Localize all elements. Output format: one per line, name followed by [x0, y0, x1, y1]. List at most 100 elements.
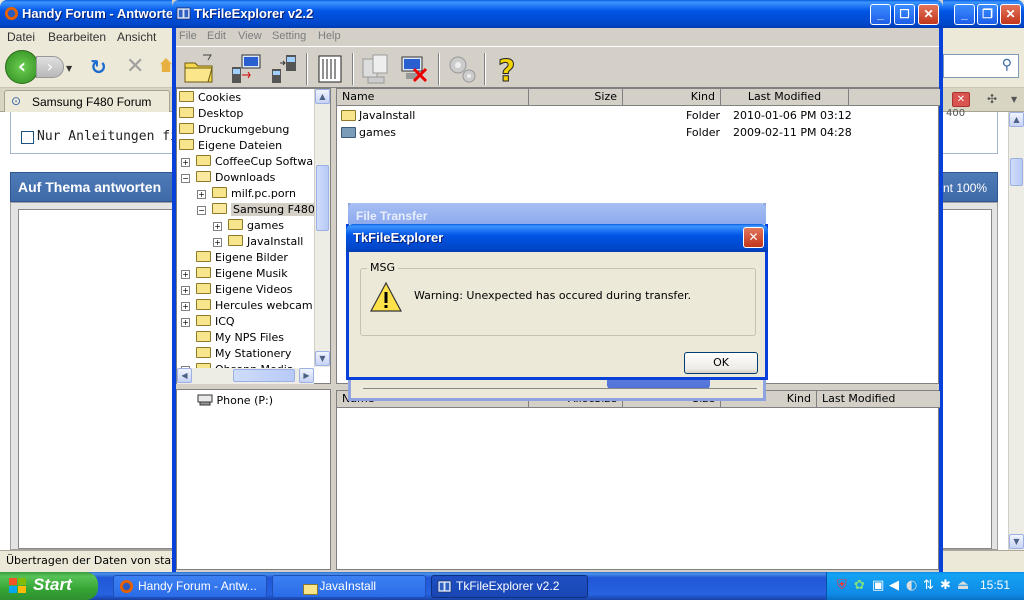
expand-icon[interactable]: +	[181, 270, 190, 279]
bluetooth-icon[interactable]: ✱	[940, 578, 951, 593]
firefox-restore-button[interactable]: ❐	[977, 4, 998, 25]
message-close-button[interactable]: ✕	[743, 227, 764, 248]
firefox-scrollbar[interactable]: ▲ ▼	[1008, 112, 1024, 550]
tree-item[interactable]: Druckumgebung	[179, 122, 289, 138]
device-item[interactable]: Phone (P:)	[197, 392, 273, 407]
collapse-icon[interactable]: −	[181, 174, 190, 183]
device-pane[interactable]: Phone (P:)	[176, 389, 331, 570]
tree-item[interactable]: Eigene Dateien	[179, 138, 282, 154]
tree-scroll-down-icon[interactable]: ▼	[315, 351, 330, 366]
expand-icon[interactable]: +	[181, 158, 190, 167]
task-javainstall[interactable]: JavaInstall	[272, 575, 426, 598]
message-title-bar[interactable]: TkFileExplorer ✕	[346, 224, 768, 252]
firefox-minimize-button[interactable]: _	[954, 4, 975, 25]
start-button[interactable]: Start	[0, 572, 98, 600]
tree-item[interactable]: + Eigene Videos	[181, 282, 293, 298]
home-icon[interactable]	[160, 58, 172, 72]
tk-maximize-button[interactable]: ☐	[894, 4, 915, 25]
menu-edit[interactable]: Edit	[207, 30, 226, 42]
tree-scroll-left-icon[interactable]: ◀	[177, 368, 192, 383]
history-dropdown-icon[interactable]: ▼	[66, 64, 72, 73]
scroll-up-icon[interactable]: ▲	[1009, 112, 1024, 127]
tree-item[interactable]: Desktop	[179, 106, 243, 122]
stop-icon[interactable]: ✕	[126, 54, 144, 79]
tree-hscroll-thumb[interactable]	[233, 369, 295, 382]
tab-dropdown-icon[interactable]: ▼	[1011, 95, 1017, 104]
tree-item[interactable]: Eigene Bilder	[181, 250, 288, 266]
task-firefox[interactable]: Handy Forum - Antw...	[113, 575, 267, 598]
expand-icon[interactable]: +	[181, 302, 190, 311]
disconnect-icon[interactable]	[396, 51, 432, 87]
collapse-icon[interactable]: −	[197, 206, 206, 215]
tab-list-icon[interactable]: ✣	[987, 92, 997, 106]
checkbox[interactable]	[21, 131, 34, 144]
tree-item[interactable]: + Hercules webcam	[181, 298, 313, 314]
close-tab-icon[interactable]: ✕	[952, 92, 970, 107]
scroll-down-icon[interactable]: ▼	[1009, 534, 1024, 549]
device-sync-icon[interactable]: ⇅	[923, 578, 934, 593]
column-last-modified[interactable]: Last Modified	[721, 89, 849, 106]
expand-icon[interactable]: +	[181, 286, 190, 295]
tree-item[interactable]: − Samsung F480i	[197, 202, 320, 218]
task-tkfileexplorer[interactable]: TkFileExplorer v2.2	[431, 575, 588, 598]
column-last-modified[interactable]: Last Modified	[817, 391, 940, 408]
tree-item[interactable]: + games	[213, 218, 284, 234]
open-folder-icon[interactable]	[181, 51, 217, 87]
search-icon[interactable]: ⚲	[1002, 57, 1012, 73]
menu-setting[interactable]: Setting	[272, 30, 306, 42]
firefox-close-button[interactable]: ✕	[1000, 4, 1021, 25]
tk-minimize-button[interactable]: _	[870, 4, 891, 25]
menu-datei[interactable]: Datei	[7, 30, 35, 44]
tree-item[interactable]: + milf.pc.porn	[197, 186, 296, 202]
file-row[interactable]: games Folder 2009-02-11 PM 04:28	[339, 125, 937, 141]
folder-tree[interactable]: Cookies Desktop Druckumgebung Eigene Dateie…	[176, 88, 331, 384]
ok-button[interactable]: OK	[684, 352, 758, 374]
menu-help[interactable]: Help	[318, 30, 341, 42]
folder-icon	[196, 347, 211, 358]
tree-item[interactable]: Cookies	[179, 90, 241, 106]
security-shield-icon[interactable]: ⛨	[837, 578, 847, 593]
tree-item[interactable]: − Downloads	[181, 170, 275, 186]
expand-icon[interactable]: +	[213, 222, 222, 231]
column-size[interactable]: Size	[529, 89, 623, 106]
tree-horizontal-scrollbar[interactable]: ◀ ▶	[177, 368, 314, 384]
audio-icon[interactable]: ◐	[906, 578, 917, 593]
column-name[interactable]: Name	[337, 89, 529, 106]
tk-title-bar[interactable]: TkFileExplorer v2.2 _ ☐ ✕	[172, 0, 943, 28]
help-icon[interactable]: ?	[490, 51, 526, 90]
forward-button[interactable]: ›	[36, 56, 64, 78]
tab-samsung-forum[interactable]: ⊙ Samsung F480 Forum	[4, 90, 170, 112]
network-icon[interactable]: ✿	[854, 578, 865, 593]
lower-file-list[interactable]: Name AllocSize Size Kind Last Modified	[336, 390, 940, 570]
tree-item[interactable]: My NPS Files	[181, 330, 284, 346]
tree-scroll-right-icon[interactable]: ▶	[299, 368, 314, 383]
tree-scroll-thumb[interactable]	[316, 165, 329, 231]
menu-view[interactable]: View	[238, 30, 262, 42]
expand-icon[interactable]: +	[213, 238, 222, 247]
connect-phone-icon[interactable]	[228, 51, 264, 87]
tree-scroll-up-icon[interactable]: ▲	[315, 89, 330, 104]
tree-item[interactable]: + CoffeeCup Software	[181, 154, 324, 170]
menu-ansicht[interactable]: Ansicht	[117, 30, 156, 44]
tree-item[interactable]: My Stationery	[181, 346, 291, 362]
monitor-icon[interactable]: ▣	[872, 578, 884, 593]
tk-close-button[interactable]: ✕	[918, 4, 939, 25]
file-row[interactable]: JavaInstall Folder 2010-01-06 PM 03:12	[339, 108, 937, 124]
expand-icon[interactable]: +	[197, 190, 206, 199]
expand-icon[interactable]: +	[181, 318, 190, 327]
menu-bearbeiten[interactable]: Bearbeiten	[48, 30, 106, 44]
volume-icon[interactable]: ◀	[889, 578, 899, 593]
search-input[interactable]: ⚲	[943, 54, 1019, 78]
back-button[interactable]: ‹	[5, 50, 39, 84]
tree-item[interactable]: + ICQ	[181, 314, 235, 330]
tree-item[interactable]: + JavaInstall	[213, 234, 303, 250]
list-view-icon[interactable]	[312, 51, 348, 87]
reload-icon[interactable]: ↻	[90, 55, 107, 79]
tree-item[interactable]: + Eigene Musik	[181, 266, 288, 282]
usb-icon[interactable]: ⏏	[957, 578, 969, 593]
tree-vertical-scrollbar[interactable]: ▲ ▼	[314, 89, 330, 367]
menu-file[interactable]: File	[179, 30, 197, 42]
phone-transfer-icon[interactable]	[266, 51, 302, 87]
column-kind[interactable]: Kind	[623, 89, 721, 106]
firefox-scroll-thumb[interactable]	[1010, 158, 1023, 186]
